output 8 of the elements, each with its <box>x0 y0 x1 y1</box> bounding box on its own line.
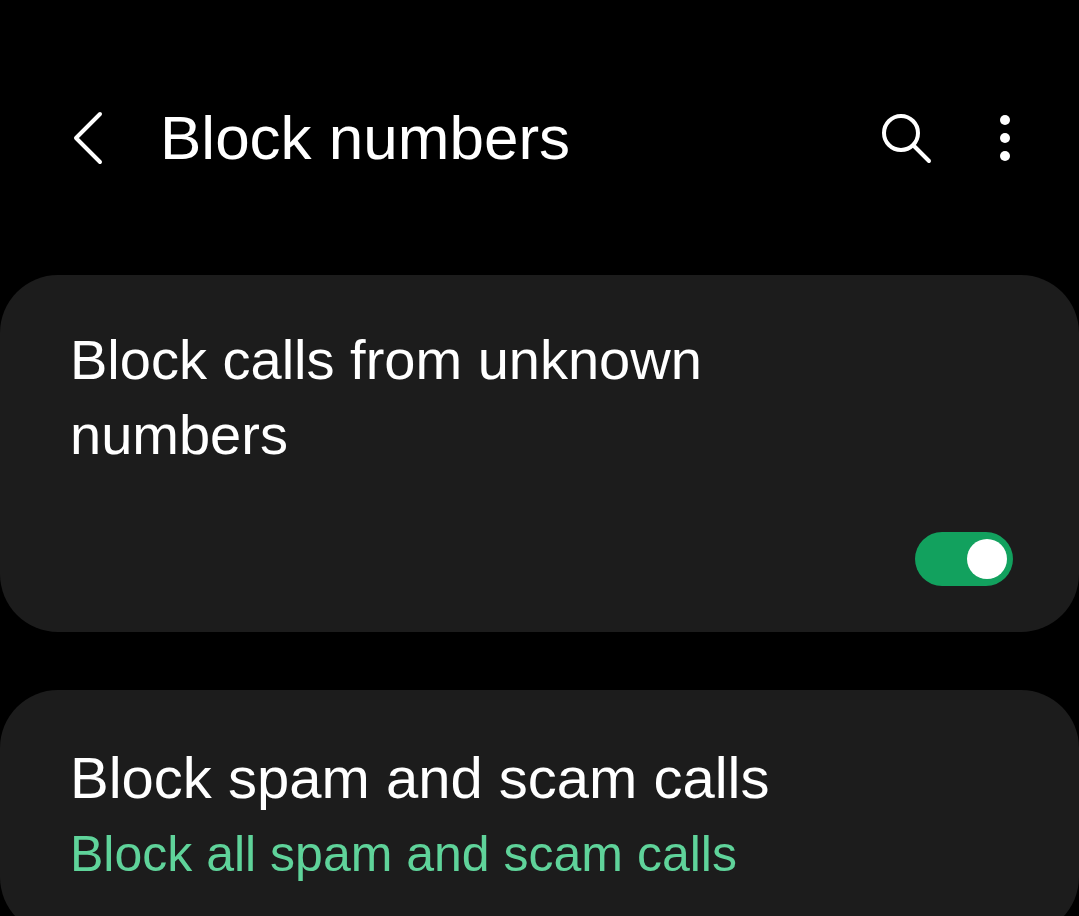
setting-card[interactable]: Block spam and scam calls Block all spam and scam calls <box>0 690 1079 916</box>
page-title: Block numbers <box>160 106 572 169</box>
setting-summary: Block all spam and scam calls <box>70 825 738 884</box>
toggle-switch[interactable] <box>915 532 1013 586</box>
setting-title: Block calls from unknown numbers <box>70 327 703 468</box>
more-options-icon[interactable] <box>999 113 1011 162</box>
setting-title: Block spam and scam calls <box>70 744 771 812</box>
setting-card[interactable]: Block calls from unknown numbers <box>0 275 1079 632</box>
